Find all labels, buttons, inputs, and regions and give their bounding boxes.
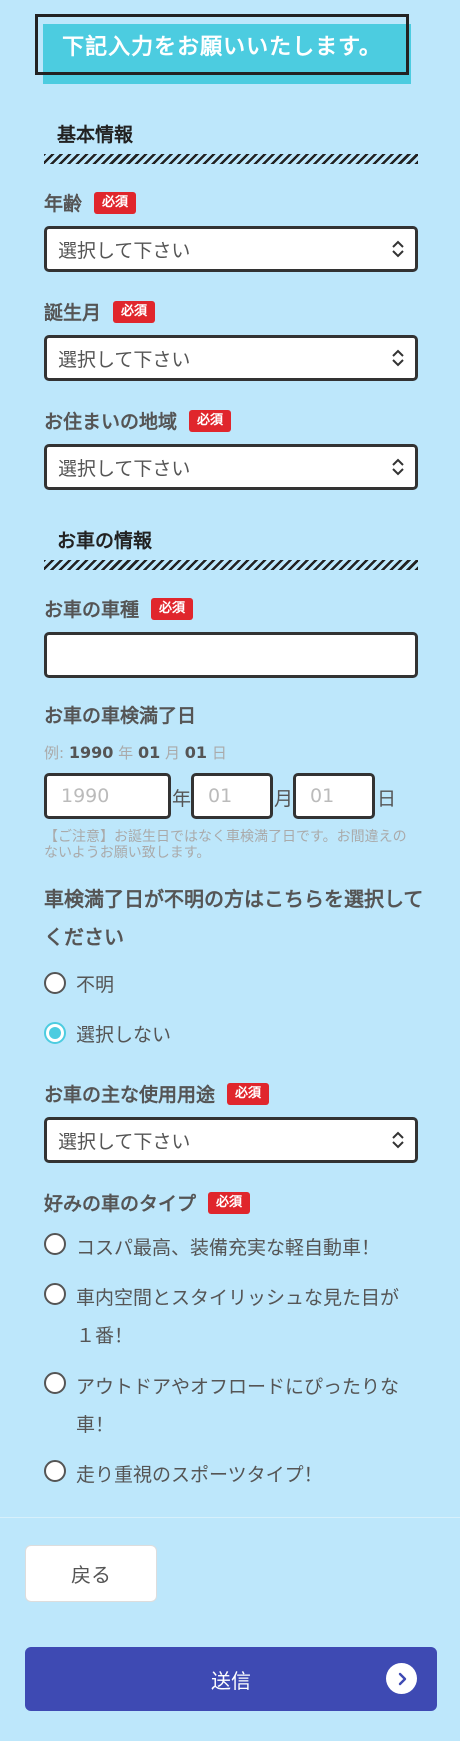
radio-option-sports[interactable]: 走り重視のスポーツタイプ！ bbox=[44, 1456, 414, 1494]
back-button[interactable]: 戻る bbox=[25, 1545, 157, 1602]
required-badge: 必須 bbox=[151, 597, 194, 620]
chevron-right-icon bbox=[386, 1663, 417, 1694]
send-button-label: 送信 bbox=[211, 1668, 251, 1693]
radio-button[interactable] bbox=[44, 1460, 66, 1482]
radio-label: 車内空間とスタイリッシュな見た目が１番！ bbox=[76, 1287, 400, 1347]
year-unit: 年 bbox=[172, 788, 192, 810]
banner-title: 下記入力をお願いいたします。 bbox=[35, 14, 409, 75]
inspection-date-label: お車の車検満了日 bbox=[44, 701, 196, 728]
example-day-unit: 日 bbox=[211, 744, 227, 762]
usage-label: お車の主な使用用途 必須 bbox=[44, 1080, 270, 1107]
radio-button-selected[interactable] bbox=[44, 1022, 66, 1044]
month-unit: 月 bbox=[274, 788, 294, 810]
section-car: お車の情報 bbox=[44, 526, 418, 570]
inspection-date-label-text: お車の車検満了日 bbox=[44, 705, 197, 727]
region-select[interactable]: 選択して下さい bbox=[44, 444, 418, 490]
select-arrows-icon bbox=[392, 458, 404, 476]
region-label-text: お住まいの地域 bbox=[44, 411, 178, 433]
radio-button[interactable] bbox=[44, 1233, 66, 1255]
radio-label: 選択しない bbox=[76, 1024, 172, 1046]
required-badge: 必須 bbox=[94, 191, 137, 214]
example-day: 01 bbox=[184, 743, 208, 762]
radio-button[interactable] bbox=[44, 1283, 66, 1305]
radio-button[interactable] bbox=[44, 1372, 66, 1394]
region-select-value: 選択して下さい bbox=[58, 457, 191, 480]
example-year-unit: 年 bbox=[118, 744, 134, 762]
select-arrows-icon bbox=[392, 240, 404, 258]
example-month-unit: 月 bbox=[165, 744, 181, 762]
radio-option-kei[interactable]: コスパ最高、装備充実な軽自動車！ bbox=[44, 1229, 414, 1267]
birth-month-label-text: 誕生月 bbox=[44, 302, 102, 324]
date-example: 例: 1990 年 01 月 01 日 bbox=[44, 742, 227, 763]
age-label: 年齢 必須 bbox=[44, 189, 137, 216]
birth-month-select-value: 選択して下さい bbox=[58, 348, 191, 371]
radio-label: 走り重視のスポーツタイプ！ bbox=[76, 1464, 323, 1486]
usage-select-value: 選択して下さい bbox=[58, 1130, 191, 1153]
birth-month-select[interactable]: 選択して下さい bbox=[44, 335, 418, 381]
radio-option-unknown[interactable]: 不明 bbox=[44, 966, 414, 1004]
required-badge: 必須 bbox=[189, 409, 232, 432]
header-banner: 下記入力をお願いいたします。 bbox=[35, 14, 411, 84]
radio-label: 不明 bbox=[76, 974, 115, 996]
send-button[interactable]: 送信 bbox=[25, 1647, 437, 1711]
usage-label-text: お車の主な使用用途 bbox=[44, 1084, 216, 1106]
year-input[interactable]: 1990 bbox=[44, 773, 171, 819]
age-label-text: 年齢 bbox=[44, 193, 83, 215]
unknown-date-label: 車検満了日が不明の方はこちらを選択してください bbox=[44, 887, 424, 949]
age-select[interactable]: 選択して下さい bbox=[44, 226, 418, 272]
divider bbox=[0, 1517, 460, 1518]
day-input[interactable]: 01 bbox=[293, 773, 375, 819]
region-label: お住まいの地域 必須 bbox=[44, 407, 232, 434]
car-model-label: お車の車種 必須 bbox=[44, 595, 194, 622]
birth-month-label: 誕生月 必須 bbox=[44, 298, 156, 325]
example-prefix: 例: bbox=[44, 744, 65, 762]
date-note: 【ご注意】お誕生日ではなく車検満了日です。お間違えのないようお願い致します。 bbox=[44, 829, 407, 861]
section-basic: 基本情報 bbox=[44, 120, 418, 164]
section-title-car: お車の情報 bbox=[57, 530, 153, 552]
radio-button[interactable] bbox=[44, 972, 66, 994]
select-arrows-icon bbox=[392, 349, 404, 367]
usage-select[interactable]: 選択して下さい bbox=[44, 1117, 418, 1163]
radio-option-outdoor[interactable]: アウトドアやオフロードにぴったりな車！ bbox=[44, 1368, 414, 1444]
radio-label: コスパ最高、装備充実な軽自動車！ bbox=[76, 1237, 381, 1259]
day-unit: 日 bbox=[377, 788, 397, 810]
example-year: 1990 bbox=[68, 743, 114, 762]
car-type-label: 好みの車のタイプ 必須 bbox=[44, 1189, 251, 1216]
radio-label: アウトドアやオフロードにぴったりな車！ bbox=[76, 1376, 400, 1436]
radio-option-none[interactable]: 選択しない bbox=[44, 1016, 414, 1054]
required-badge: 必須 bbox=[227, 1082, 270, 1105]
section-divider bbox=[44, 560, 418, 570]
car-type-label-text: 好みの車のタイプ bbox=[44, 1193, 197, 1215]
required-badge: 必須 bbox=[208, 1191, 251, 1214]
car-model-input[interactable] bbox=[44, 632, 418, 678]
select-arrows-icon bbox=[392, 1131, 404, 1149]
section-title-basic: 基本情報 bbox=[57, 124, 134, 146]
radio-option-stylish[interactable]: 車内空間とスタイリッシュな見た目が１番！ bbox=[44, 1279, 414, 1355]
car-model-label-text: お車の車種 bbox=[44, 599, 140, 621]
required-badge: 必須 bbox=[113, 300, 156, 323]
age-select-value: 選択して下さい bbox=[58, 239, 191, 262]
month-input[interactable]: 01 bbox=[191, 773, 273, 819]
example-month: 01 bbox=[137, 743, 161, 762]
section-divider bbox=[44, 154, 418, 164]
back-button-label: 戻る bbox=[71, 1563, 111, 1587]
